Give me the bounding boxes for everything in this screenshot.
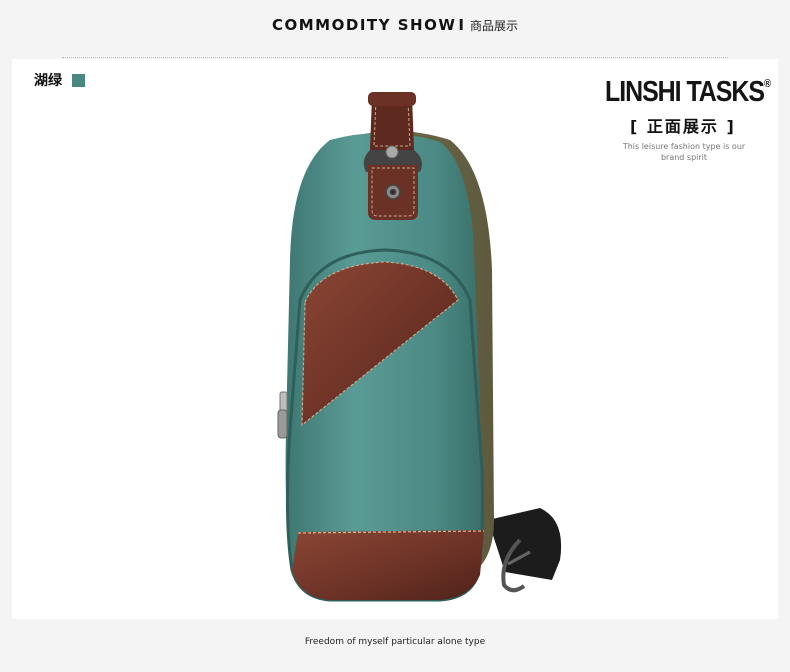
leather-bottom-band <box>292 530 484 600</box>
top-handle <box>363 92 422 220</box>
footer-caption: Freedom of myself particular alone type <box>304 637 486 647</box>
product-image <box>277 92 562 602</box>
shoulder-strap <box>488 508 562 593</box>
zipper-pull-icon <box>277 391 288 439</box>
